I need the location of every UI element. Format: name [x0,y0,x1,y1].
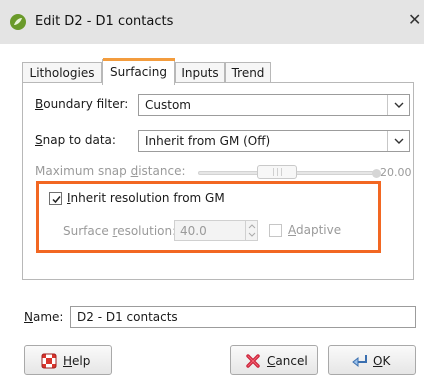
name-label: Name: [24,310,64,324]
max-snap-distance-value: 20.00 [380,166,412,179]
app-icon [10,14,26,30]
slider-thumb[interactable] [257,165,297,179]
active-tab-accent [103,58,175,61]
tab-lithologies[interactable]: Lithologies [22,62,102,84]
boundary-filter-value: Custom [145,98,191,112]
spin-arrows-icon[interactable] [245,221,257,240]
surface-resolution-label: Surface resolution: [63,224,177,238]
chevron-down-icon[interactable] [387,131,409,151]
adaptive-label: Adaptive [288,223,342,237]
cancel-button[interactable]: Cancel [230,345,318,375]
help-button-label: Help [63,354,91,368]
name-input[interactable]: D2 - D1 contacts [70,306,416,328]
inherit-resolution-checkbox[interactable] [49,192,62,205]
ok-button-label: OK [373,354,391,368]
title-bar: Edit D2 - D1 contacts ✕ [0,0,424,44]
chevron-down-icon[interactable] [387,95,409,115]
snap-to-data-value: Inherit from GM (Off) [145,134,271,148]
surface-resolution-value: 40.0 [180,224,207,238]
lifebuoy-icon [41,353,57,369]
close-icon[interactable]: ✕ [408,10,421,29]
tab-inputs[interactable]: Inputs [175,62,225,84]
adaptive-checkbox[interactable] [269,224,282,237]
help-button[interactable]: Help [24,345,112,375]
inherit-resolution-label: Inherit resolution from GM [67,191,225,205]
surface-resolution-spinbox[interactable]: 40.0 [174,220,258,241]
name-value: D2 - D1 contacts [77,310,178,324]
ok-button[interactable]: OK [328,345,416,375]
window-title: Edit D2 - D1 contacts [35,14,174,29]
snap-to-data-label: Snap to data: [35,133,116,147]
tab-surfacing[interactable]: Surfacing [102,59,175,85]
enter-arrow-icon [351,353,367,369]
tab-trend[interactable]: Trend [225,62,271,84]
boundary-filter-select[interactable]: Custom [138,94,410,116]
boundary-filter-label: Boundary filter: [35,97,129,111]
max-snap-distance-label: Maximum snap distance: [35,164,186,178]
cancel-button-label: Cancel [267,354,308,368]
red-x-icon [245,353,261,369]
snap-to-data-select[interactable]: Inherit from GM (Off) [138,130,410,152]
